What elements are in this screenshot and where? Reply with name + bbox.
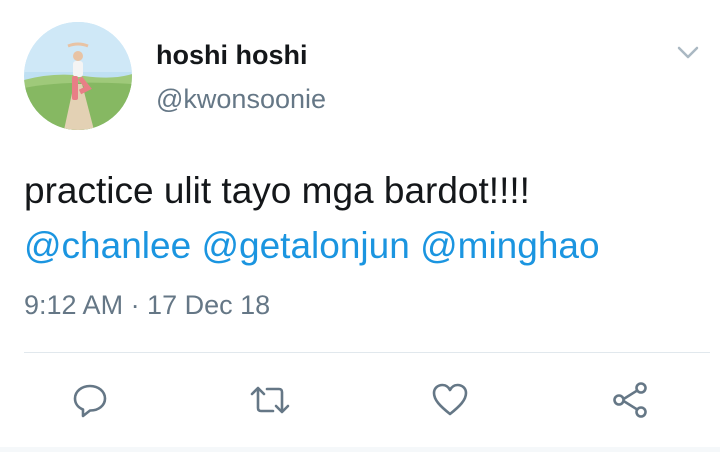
reply-icon	[73, 384, 107, 418]
user-handle[interactable]: @kwonsoonie	[156, 84, 326, 115]
reply-button[interactable]	[68, 378, 112, 422]
tweet-timestamp[interactable]: 9:12 AM · 17 Dec 18	[24, 290, 270, 321]
mention-link[interactable]: @chanlee	[24, 225, 191, 266]
tweet-card: hoshi hoshi @kwonsoonie practice ulit ta…	[0, 0, 720, 452]
tweet-text: practice ulit tayo mga bardot!!!! @chanl…	[24, 163, 704, 273]
avatar[interactable]	[24, 22, 132, 130]
retweet-icon	[250, 386, 290, 414]
share-button[interactable]	[608, 378, 652, 422]
card-bottom-border	[0, 447, 720, 452]
display-name[interactable]: hoshi hoshi	[156, 40, 308, 71]
heart-icon	[432, 383, 468, 416]
retweet-button[interactable]	[248, 378, 292, 422]
mention-link[interactable]: @getalonjun	[201, 225, 409, 266]
chevron-down-icon[interactable]	[672, 42, 704, 64]
mention-link[interactable]: @minghao	[420, 225, 600, 266]
like-button[interactable]	[428, 378, 472, 422]
share-icon	[613, 382, 647, 418]
mentions-line: @chanlee @getalonjun @minghao	[24, 218, 704, 273]
divider	[24, 352, 710, 353]
avatar-photo	[24, 22, 132, 130]
tweet-text-line: practice ulit tayo mga bardot!!!!	[24, 170, 530, 211]
